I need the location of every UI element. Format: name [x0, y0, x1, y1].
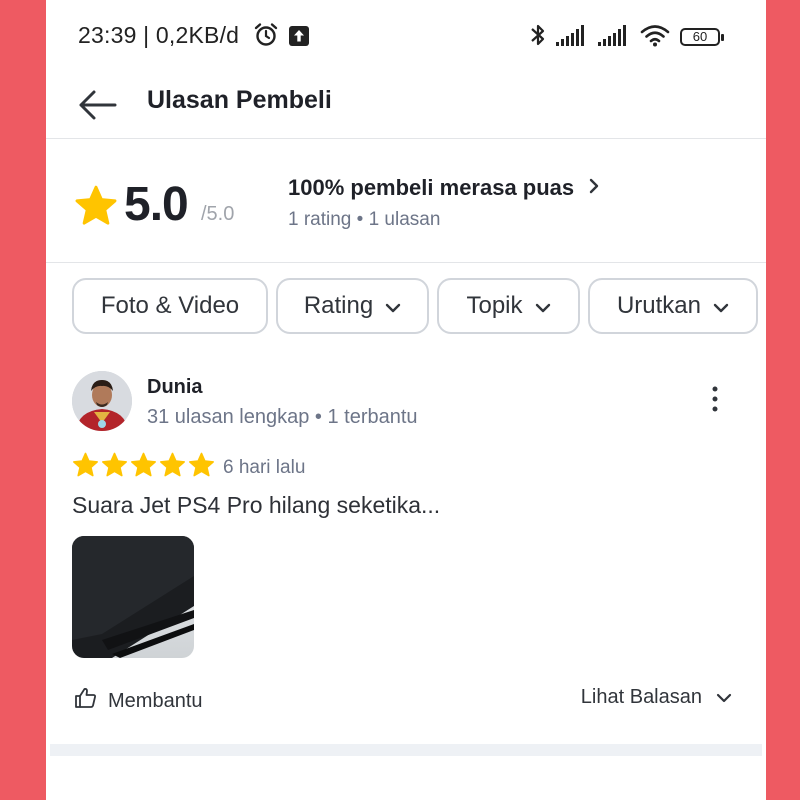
chevron-down-icon: [716, 686, 732, 709]
bluetooth-icon: [530, 22, 546, 53]
avatar[interactable]: [72, 371, 132, 431]
view-replies-button[interactable]: Lihat Balasan: [581, 686, 732, 709]
section-divider: [50, 744, 762, 756]
star-icon: [74, 185, 118, 232]
chevron-down-icon: [535, 292, 551, 320]
upload-notification-icon: [289, 26, 309, 51]
rating-summary: 5.0 /5.0 100% pembeli merasa puas 1 rati…: [46, 139, 766, 263]
star-icon: [130, 452, 157, 483]
page-title: Ulasan Pembeli: [147, 86, 332, 114]
arrow-left-icon: [77, 89, 117, 126]
score-max: /5.0: [201, 203, 235, 225]
satisfaction-link[interactable]: 100% pembeli merasa puas: [288, 175, 600, 201]
app-screen: 23:39 | 0,2KB/d 60 Ulasan Pembeli 5.0 /5…: [46, 0, 766, 800]
reviewer-stats: 31 ulasan lengkap • 1 terbantu: [147, 406, 418, 428]
chip-label: Rating: [303, 292, 374, 319]
chevron-right-icon: [588, 177, 600, 200]
status-bar: 23:39 | 0,2KB/d 60: [46, 0, 766, 74]
chip-label: Urutkan: [616, 292, 702, 319]
filter-chip-urutkan[interactable]: Urutkan: [588, 278, 758, 334]
reviewer-name[interactable]: Dunia: [147, 376, 203, 399]
review-photo[interactable]: [72, 536, 194, 658]
filter-chips: Foto & Video Rating Topik Urutkan: [72, 278, 758, 338]
more-options-button[interactable]: [700, 384, 730, 418]
star-icon: [188, 452, 215, 483]
star-icon: [159, 452, 186, 483]
chip-label: Topik: [466, 292, 523, 319]
battery-icon: 60: [680, 26, 726, 48]
review-stars: 6 hari lalu: [72, 452, 305, 483]
satisfaction-text: 100% pembeli merasa puas: [288, 175, 575, 200]
rating-count: 1 rating • 1 ulasan: [288, 209, 441, 230]
review-text: Suara Jet PS4 Pro hilang seketika...: [72, 492, 441, 518]
helpful-button[interactable]: Membantu: [74, 686, 203, 716]
review-card: Dunia 31 ulasan lengkap • 1 terbantu 6 h…: [46, 354, 766, 744]
wifi-icon: [640, 23, 670, 52]
average-score: 5.0: [124, 178, 189, 231]
replies-label: Lihat Balasan: [580, 686, 702, 708]
filter-chip-rating[interactable]: Rating: [276, 278, 429, 334]
back-button[interactable]: [72, 82, 122, 132]
battery-level: 60: [692, 29, 708, 44]
more-vertical-icon: [712, 386, 718, 417]
review-time: 6 hari lalu: [223, 456, 306, 478]
helpful-label: Membantu: [108, 689, 203, 712]
signal-icon: [556, 24, 588, 51]
filter-chip-foto-video[interactable]: Foto & Video: [72, 278, 268, 334]
filter-chip-topik[interactable]: Topik: [437, 278, 580, 334]
alarm-icon: [253, 22, 279, 53]
star-icon: [101, 452, 128, 483]
app-header: Ulasan Pembeli: [46, 74, 766, 139]
status-icons: 60: [530, 22, 726, 52]
chevron-down-icon: [713, 292, 729, 320]
status-time: 23:39 | 0,2KB/d: [78, 22, 240, 48]
signal-icon: [598, 24, 630, 51]
star-icon: [72, 452, 99, 483]
chevron-down-icon: [385, 292, 401, 320]
thumbs-up-icon: [74, 686, 98, 716]
chip-label: Foto & Video: [100, 292, 240, 319]
